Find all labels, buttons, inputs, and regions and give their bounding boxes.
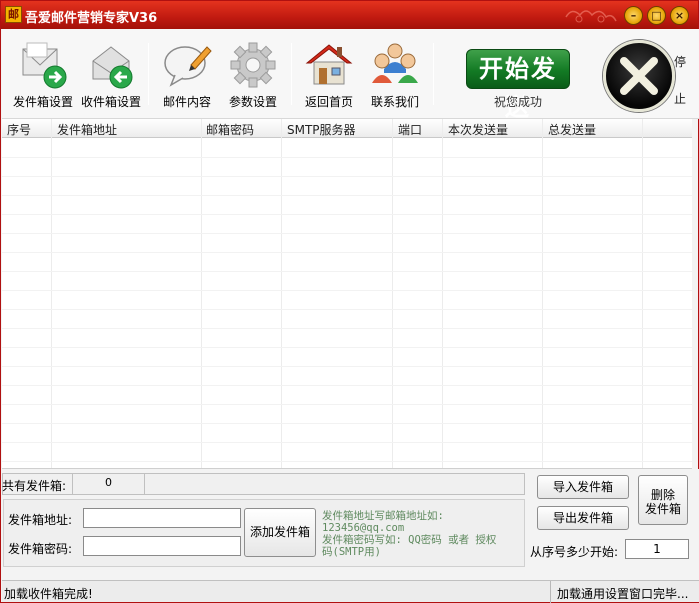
hint-line: 码(SMTP用) [322, 546, 381, 558]
start-sending-button[interactable]: 开始发送 [466, 49, 570, 121]
table-row-divider [2, 252, 692, 253]
start-caption: 祝您成功 [493, 95, 542, 109]
toolbar-outbox-settings[interactable]: 发件箱设置 [10, 39, 76, 111]
toolbar-mail-content[interactable]: 邮件内容 [154, 39, 220, 111]
toolbar-parameter-settings[interactable]: 参数设置 [220, 39, 286, 111]
import-outbox-button[interactable]: 导入发件箱 [537, 475, 629, 499]
total-outbox-count: 0 [72, 473, 145, 495]
gear-icon [230, 42, 276, 88]
toolbar-item-label: 发件箱设置 [12, 95, 73, 109]
table-row-divider [2, 328, 692, 329]
column-header-smtp[interactable]: SMTP服务器 [287, 121, 356, 138]
status-bar: 加载收件箱完成! 加载通用设置窗口完毕... [2, 580, 699, 603]
title-bar[interactable]: 邮 吾爱邮件营销专家V36 – □ × [1, 1, 698, 29]
table-row-divider [2, 404, 692, 405]
column-header-password[interactable]: 邮箱密码 [206, 121, 254, 138]
close-x-icon [620, 57, 658, 95]
table-row-divider [2, 385, 692, 386]
table-row-divider [2, 347, 692, 348]
start-index-input[interactable] [625, 539, 689, 559]
table-row-divider [2, 157, 692, 158]
toolbar-item-label: 联系我们 [370, 95, 419, 109]
delete-button-label-1: 删除 [650, 488, 675, 502]
toolbar-item-label: 邮件内容 [162, 95, 211, 109]
column-header-port[interactable]: 端口 [398, 121, 422, 138]
window-title: 吾爱邮件营销专家V36 [25, 11, 158, 26]
column-divider [442, 119, 443, 468]
address-input[interactable] [83, 508, 241, 528]
column-header-current-sent[interactable]: 本次发送量 [448, 121, 508, 138]
stop-label-bottom[interactable]: 止 [674, 90, 686, 107]
column-header-index[interactable]: 序号 [7, 121, 31, 138]
table-row-divider [2, 442, 692, 443]
close-button[interactable]: × [670, 6, 689, 25]
people-icon [372, 43, 418, 83]
envelope-send-icon [22, 42, 67, 89]
toolbar-item-label: 返回首页 [304, 95, 353, 109]
add-outbox-button[interactable]: 添加发件箱 [244, 508, 316, 557]
table-row-divider [2, 461, 692, 462]
app-logo-icon: 邮 [5, 6, 22, 23]
delete-outbox-button[interactable]: 删除 发件箱 [638, 475, 688, 525]
table-row-divider [2, 309, 692, 310]
table-header: 序号 发件箱地址 邮箱密码 SMTP服务器 端口 本次发送量 总发送量 [2, 119, 692, 138]
toolbar-contact-us[interactable]: 联系我们 [362, 39, 428, 111]
maximize-button[interactable]: □ [647, 6, 666, 25]
table-row-divider [2, 233, 692, 234]
column-header-address[interactable]: 发件箱地址 [57, 121, 117, 138]
toolbar-return-home[interactable]: 返回首页 [296, 39, 362, 111]
status-left-text: 加载收件箱完成! [4, 587, 93, 601]
column-divider [642, 119, 643, 468]
total-outbox-label: 共有发件箱: [2, 479, 67, 493]
column-divider [281, 119, 282, 468]
toolbar-item-label: 参数设置 [228, 95, 277, 109]
envelope-receive-icon [92, 46, 133, 89]
cloud-ornament-icon [565, 10, 617, 23]
main-window: 邮 吾爱邮件营销专家V36 – □ × 发件箱设置 收件箱设置 邮件内容 参数设… [0, 0, 699, 603]
toolbar-inbox-settings[interactable]: 收件箱设置 [78, 39, 144, 111]
toolbar-separator [433, 43, 434, 105]
column-divider [392, 119, 393, 468]
export-outbox-button[interactable]: 导出发件箱 [537, 506, 629, 530]
table-row-divider [2, 176, 692, 177]
password-label: 发件箱密码: [8, 542, 73, 556]
outbox-table[interactable]: 序号 发件箱地址 邮箱密码 SMTP服务器 端口 本次发送量 总发送量 [2, 119, 692, 469]
start-index-label: 从序号多少开始: [530, 545, 619, 559]
address-label: 发件箱地址: [8, 513, 73, 527]
column-divider [51, 119, 52, 468]
delete-button-label-2: 发件箱 [644, 502, 681, 516]
home-icon [305, 44, 353, 85]
table-row-divider [2, 271, 692, 272]
stop-button[interactable] [603, 40, 675, 112]
bottom-panel: 共有发件箱: 0 发件箱地址: 发件箱密码: 添加发件箱 发件箱地址写邮箱地址如… [2, 469, 699, 581]
column-header-total-sent[interactable]: 总发送量 [548, 121, 596, 138]
minimize-button[interactable]: – [624, 6, 643, 25]
toolbar-separator [148, 43, 149, 105]
table-row-divider [2, 290, 692, 291]
stop-label-top[interactable]: 停 [674, 53, 686, 70]
table-row-divider [2, 423, 692, 424]
password-input[interactable] [83, 536, 241, 556]
table-row-divider [2, 366, 692, 367]
speech-bubble-pen-icon [164, 46, 212, 87]
column-divider [542, 119, 543, 468]
toolbar: 发件箱设置 收件箱设置 邮件内容 参数设置 返回首页 联系我们 开始发送 祝您成… [2, 29, 699, 121]
column-divider [201, 119, 202, 468]
table-row-divider [2, 195, 692, 196]
toolbar-item-label: 收件箱设置 [80, 95, 141, 109]
status-right-text: 加载通用设置窗口完毕... [550, 581, 699, 603]
table-row-divider [2, 214, 692, 215]
